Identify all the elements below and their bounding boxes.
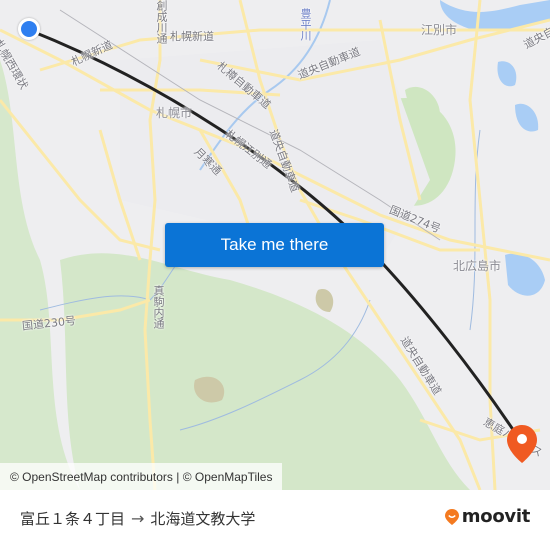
city-label-sapporo: 札幌市: [156, 106, 193, 120]
city-label-kitahiroshima: 北広島市: [453, 259, 502, 273]
footer-bar: 富丘１条４丁目 → 北海道文教大学 moovit: [0, 490, 550, 550]
moovit-logo[interactable]: moovit: [444, 506, 530, 527]
road-label: 真駒内通: [152, 285, 165, 329]
destination-stop-name: 北海道文教大学: [150, 510, 256, 528]
route-title: 富丘１条４丁目 → 北海道文教大学: [20, 508, 255, 529]
origin-marker[interactable]: [18, 18, 40, 40]
take-me-there-button[interactable]: Take me there: [165, 223, 384, 267]
road-label: 創成川通: [155, 0, 168, 44]
arrow-right-icon: →: [131, 509, 145, 528]
forest-area-south: [60, 253, 470, 490]
river-label: 豊平川: [299, 8, 312, 41]
city-label-ebetsu: 江別市: [421, 23, 458, 37]
road-label: 札幌新道: [170, 30, 214, 43]
lake-2: [515, 103, 539, 132]
destination-pin-icon[interactable]: [506, 424, 538, 464]
park-area-small-2: [315, 289, 334, 312]
origin-stop-name: 富丘１条４丁目: [20, 510, 126, 528]
lake-1: [497, 61, 517, 87]
map-view[interactable]: 札幌新道 札幌新道 札幌西環状 豊平川 創成川通 札樽自動車道 道央自動車道 道…: [0, 0, 550, 490]
moovit-pin-icon: [444, 508, 459, 525]
moovit-wordmark: moovit: [461, 506, 531, 527]
lake-3: [505, 253, 545, 296]
map-attribution[interactable]: © OpenStreetMap contributors | © OpenMap…: [0, 463, 283, 490]
